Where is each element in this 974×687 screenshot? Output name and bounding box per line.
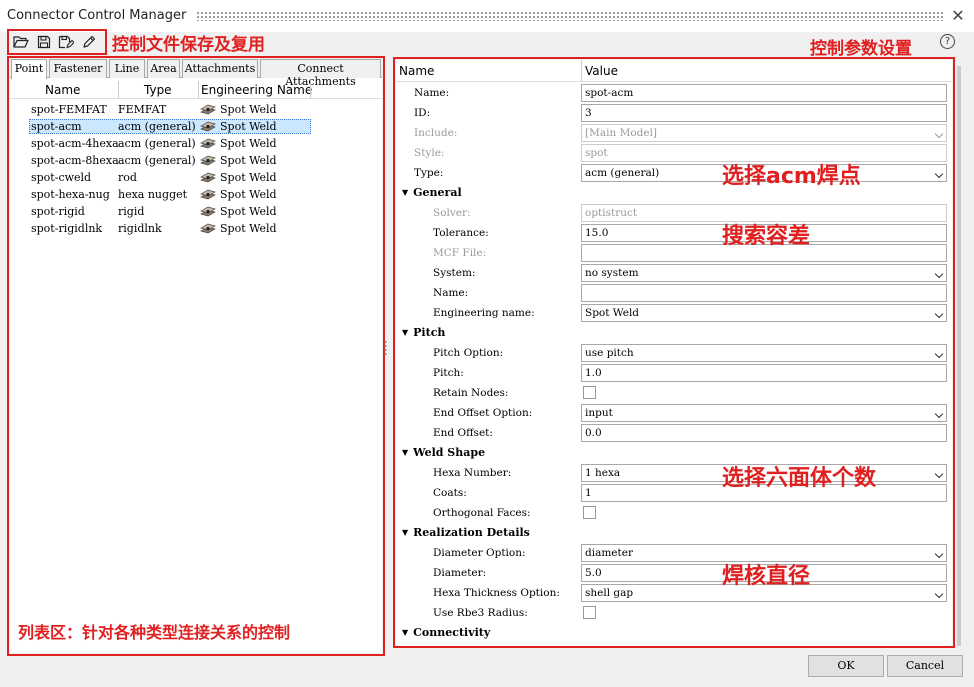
diameter-annotation: 焊核直径 [722,564,811,589]
ok-button[interactable]: OK [808,655,884,677]
toolbar-highlight-box [7,29,107,55]
cancel-button[interactable]: Cancel [887,655,963,677]
window-title: Connector Control Manager [7,8,187,23]
params-highlight-box [393,57,955,648]
property-scrollbar[interactable] [954,60,964,650]
params-annotation: 控制参数设置 [810,39,912,59]
connector-control-manager-window: Connector Control Manager ✕ 控制文件保存及复用 控制… [0,0,974,687]
acm-annotation: 选择acm焊点 [722,164,861,189]
title-drag-handle[interactable] [196,11,944,21]
tolerance-annotation: 搜索容差 [722,224,811,249]
help-button[interactable]: ? [940,34,955,49]
hexa-annotation: 选择六面体个数 [722,466,877,491]
list-area-highlight-box [7,56,385,656]
title-bar: Connector Control Manager ✕ [0,0,974,32]
close-button[interactable]: ✕ [948,6,968,26]
toolbar-annotation: 控制文件保存及复用 [112,35,265,55]
close-icon: ✕ [951,6,965,25]
list-area-annotation: 列表区：针对各种类型连接关系的控制 [18,623,291,642]
panel-splitter[interactable] [384,340,387,356]
question-icon: ? [944,36,951,47]
